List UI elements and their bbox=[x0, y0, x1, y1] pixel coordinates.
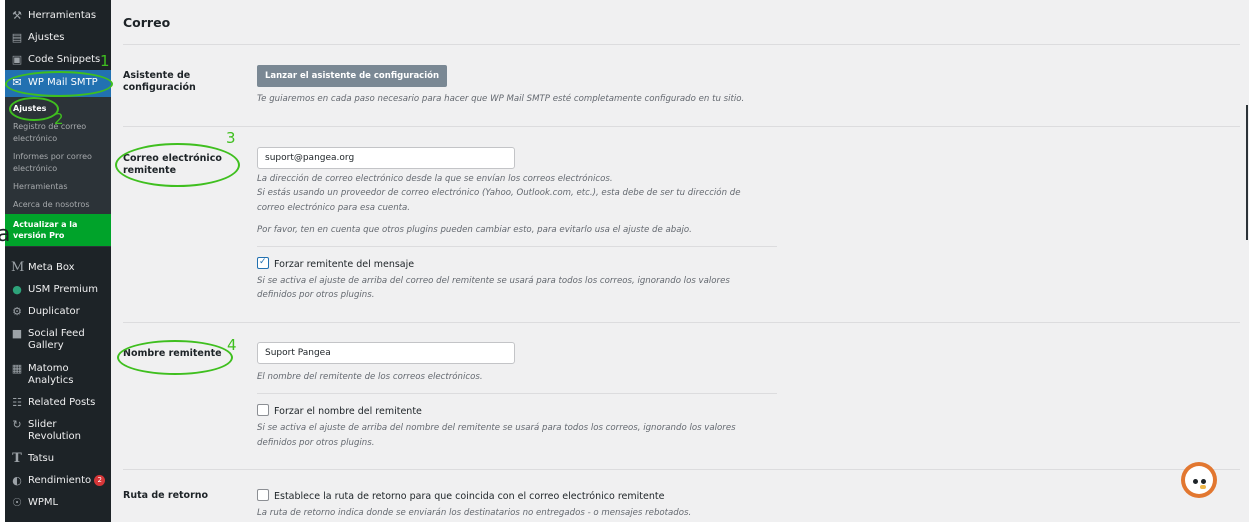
sidebar-item-label: Social Feed Gallery bbox=[28, 328, 85, 351]
return-path-checkbox[interactable]: Establece la ruta de retorno para que co… bbox=[257, 489, 664, 503]
from-email-label: Correo electrónico remitente bbox=[123, 153, 222, 176]
help-mascot-button[interactable] bbox=[1181, 462, 1217, 498]
divider bbox=[257, 393, 777, 394]
update-count-badge: 2 bbox=[94, 475, 106, 486]
checkbox-unchecked-icon[interactable] bbox=[257, 404, 269, 416]
tatsu-icon: T bbox=[12, 451, 22, 466]
return-path-check-label: Establece la ruta de retorno para que co… bbox=[274, 491, 665, 502]
sidebar-item-label: Meta Box bbox=[28, 262, 75, 273]
upgrade-pro-link[interactable]: Actualizar a la versión Pro bbox=[5, 214, 111, 246]
code-icon: ▣ bbox=[11, 53, 23, 66]
from-name-description: El nombre del remitente de los correos e… bbox=[257, 372, 483, 382]
camera-icon: ■ bbox=[11, 327, 23, 340]
divider bbox=[123, 44, 1240, 45]
metabox-icon: M bbox=[11, 260, 25, 275]
divider bbox=[123, 469, 1240, 470]
wizard-description: Te guiaremos en cada paso necesario para… bbox=[257, 94, 745, 104]
force-from-email-description: Si se activa el ajuste de arriba del cor… bbox=[257, 276, 730, 286]
from-email-description: La dirección de correo electrónico desde… bbox=[257, 174, 613, 184]
divider bbox=[123, 322, 1240, 323]
force-from-email-checkbox[interactable]: Forzar remitente del mensaje bbox=[257, 256, 415, 271]
sidebar-item-label: Code Snippets bbox=[28, 54, 101, 65]
divider bbox=[257, 246, 777, 247]
from-email-description: correo electrónico para esa cuenta. bbox=[257, 203, 411, 213]
sidebar-item-label: Tatsu bbox=[28, 453, 55, 464]
sidebar-item-label: WP Mail SMTP bbox=[28, 77, 98, 88]
force-from-email-label: Forzar remitente del mensaje bbox=[274, 259, 415, 270]
cropped-letter: a bbox=[0, 222, 11, 247]
launch-wizard-button[interactable]: Lanzar el asistente de configuración bbox=[257, 65, 447, 87]
from-email-input[interactable]: suport@pangea.org bbox=[257, 147, 515, 169]
sidebar-item-label: Slider Revolution bbox=[28, 419, 81, 442]
sidebar-item-label: Related Posts bbox=[28, 397, 96, 408]
settings-content: Correo Asistente de configuración Lanzar… bbox=[111, 0, 1249, 522]
slider-icon: ↻ bbox=[12, 418, 22, 431]
sidebar-item-label: USM Premium bbox=[28, 284, 98, 295]
return-path-description: La ruta de retorno indica donde se envia… bbox=[257, 508, 692, 518]
annotation-number-2: 2 bbox=[54, 110, 64, 128]
from-email-description: Si estás usando un proveedor de correo e… bbox=[257, 188, 741, 198]
from-name-label: Nombre remitente bbox=[123, 348, 222, 359]
performance-icon: ◐ bbox=[12, 474, 22, 487]
section-title: Correo bbox=[123, 15, 171, 30]
wizard-label: Asistente de configuración bbox=[123, 70, 196, 93]
admin-sidebar: ⚒ Herramientas ▤ Ajustes ▣ Code Snippets… bbox=[5, 0, 111, 522]
mascot-icon bbox=[1185, 466, 1213, 494]
matomo-icon: ▦ bbox=[11, 362, 23, 375]
force-from-name-description: definidos por otros plugins. bbox=[257, 438, 375, 448]
sidebar-item-label: Matomo Analytics bbox=[28, 363, 74, 386]
sidebar-item-wp-mail-smtp[interactable]: ✉ WP Mail SMTP bbox=[5, 70, 111, 97]
checkbox-checked-icon[interactable] bbox=[257, 256, 269, 269]
divider bbox=[123, 126, 1240, 127]
wpml-icon: ☉ bbox=[12, 496, 22, 509]
sidebar-item-label: Ajustes bbox=[28, 32, 65, 43]
settings-icon: ▤ bbox=[11, 31, 23, 44]
return-path-label: Ruta de retorno bbox=[123, 490, 209, 501]
grid-icon: ☷ bbox=[12, 396, 22, 409]
annotation-number-3: 3 bbox=[226, 129, 236, 147]
annotation-number-4: 4 bbox=[227, 336, 237, 354]
usm-icon: ● bbox=[12, 283, 22, 296]
from-email-note: Por favor, ten en cuenta que otros plugi… bbox=[257, 225, 692, 235]
annotation-number-1: 1 bbox=[100, 52, 110, 70]
mail-icon: ✉ bbox=[12, 76, 22, 89]
force-from-email-description: definidos por otros plugins. bbox=[257, 290, 375, 300]
wrench-icon: ⚒ bbox=[12, 9, 22, 22]
sidebar-item-label: Herramientas bbox=[28, 10, 97, 21]
sidebar-item-label: Duplicator bbox=[28, 306, 80, 317]
sidebar-item-label: Rendimiento bbox=[28, 475, 92, 486]
from-name-input[interactable]: Suport Pangea bbox=[257, 342, 515, 364]
checkbox-unchecked-icon[interactable] bbox=[257, 489, 269, 501]
force-from-name-checkbox[interactable]: Forzar el nombre del remitente bbox=[257, 404, 422, 418]
scrollbar[interactable] bbox=[1246, 105, 1248, 240]
force-from-name-description: Si se activa el ajuste de arriba del nom… bbox=[257, 423, 736, 433]
sidebar-item-label: WPML bbox=[28, 497, 59, 508]
force-from-name-label: Forzar el nombre del remitente bbox=[274, 406, 422, 417]
duplicator-icon: ⚙ bbox=[12, 305, 22, 318]
